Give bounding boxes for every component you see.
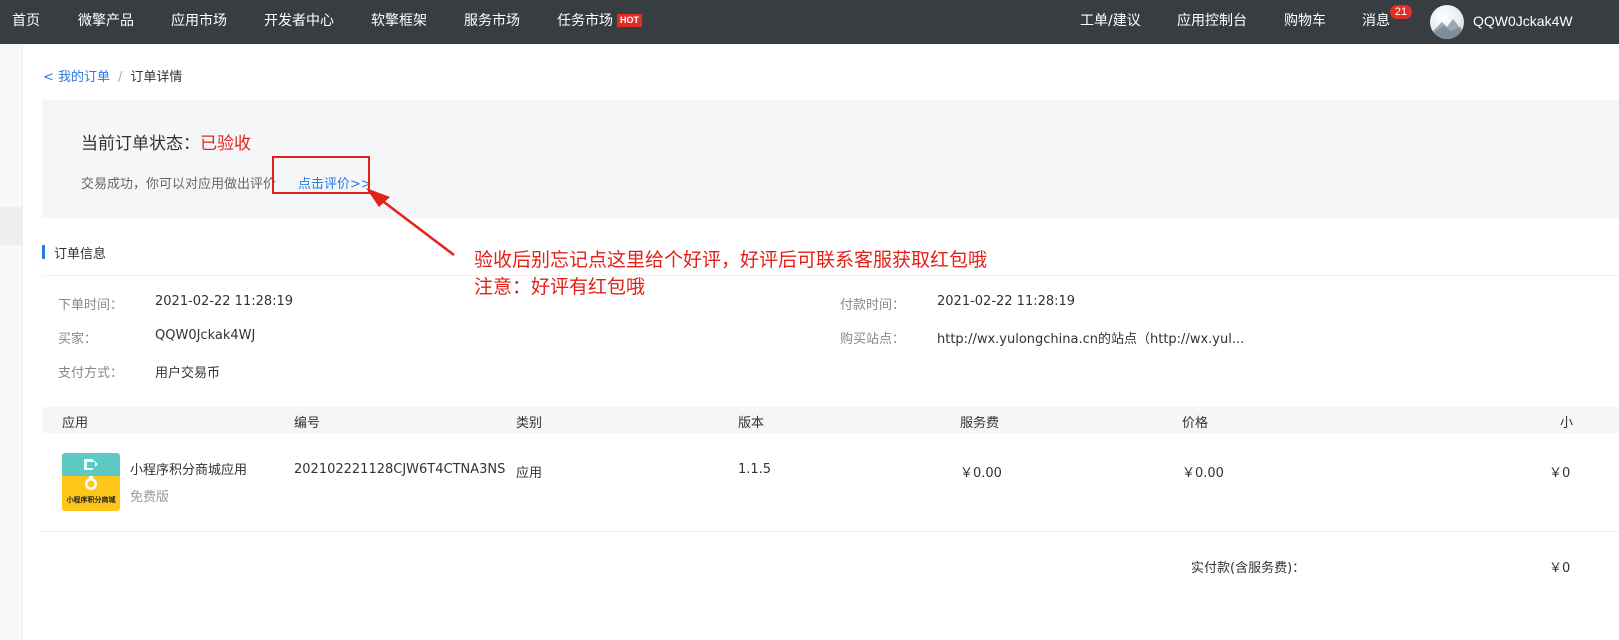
breadcrumb-my-orders-link[interactable]: < 我的订单 [43,70,110,85]
left-sidebar [0,44,23,640]
order-info-title: 订单信息 [54,247,107,262]
buyer-label: 买家： [58,332,98,347]
section-divider [42,275,1619,276]
app-icon-text: 小程序积分商城 [66,496,116,504]
app-version: 1.1.5 [738,462,772,477]
avatar[interactable] [1430,5,1464,39]
service-fee: ￥0.00 [960,466,1002,481]
annotation-highlight-box [272,156,370,194]
left-sidebar-selected-item[interactable] [0,207,22,245]
order-number: 202102221128CJW6T4CTNA3NS [294,462,506,477]
order-time-value: 2021-02-22 11:28:19 [155,294,294,309]
order-status-value: 已验收 [200,134,251,154]
order-time-label: 下单时间： [58,298,124,313]
row-subtotal: ￥0 [1549,466,1571,481]
nav-products[interactable]: 微擎产品 [78,0,134,44]
total-paid-value: ￥0 [1549,561,1571,576]
top-navigation-bar: 首页 微擎产品 应用市场 开发者中心 软擎框架 服务市场 任务市场 HOT 工单/… [0,0,1619,44]
breadcrumb: < 我的订单 / 订单详情 [43,66,182,85]
table-header [42,407,1619,433]
app-category: 应用 [516,466,543,481]
nav-service-market[interactable]: 服务市场 [464,0,520,44]
nav-home[interactable]: 首页 [12,0,40,44]
app-price: ￥0.00 [1182,466,1224,481]
order-status-hint: 交易成功，你可以对应用做出评价 [81,177,277,192]
payment-method-label: 支付方式： [58,366,124,381]
column-header-category: 类别 [516,416,543,431]
payment-method-value: 用户交易币 [155,366,221,381]
message-count-badge: 21 [1390,5,1412,19]
nav-framework[interactable]: 软擎框架 [371,0,427,44]
hot-badge: HOT [617,14,642,27]
breadcrumb-current: 订单详情 [130,70,183,85]
table-row-divider [42,531,1619,532]
annotation-note: 验收后别忘记点这里给个好评，好评后可联系客服获取红包哦 注意：好评有红包哦 [474,247,987,301]
app-name[interactable]: 小程序积分商城应用 [130,459,247,478]
nav-dev-center[interactable]: 开发者中心 [264,0,334,44]
username[interactable]: QQW0Jckak4W [1473,0,1573,42]
nav-cart[interactable]: 购物车 [1284,0,1326,44]
app-icon[interactable]: 小程序积分商城 [62,453,120,511]
nav-messages[interactable]: 消息 [1362,0,1390,44]
column-header-version: 版本 [738,416,765,431]
annotation-line-2: 注意：好评有红包哦 [474,276,646,298]
order-status: 当前订单状态：已验收 [81,129,251,154]
nav-app-market[interactable]: 应用市场 [171,0,227,44]
annotation-arrow-icon [366,188,455,256]
buyer-value: QQW0Jckak4WJ [155,328,256,343]
breadcrumb-separator: / [118,70,123,85]
order-status-label: 当前订单状态： [81,134,200,154]
site-label: 购买站点： [840,332,906,347]
site-value: http://wx.yulongchina.cn的站点（http://wx.yu… [937,332,1245,347]
column-header-price: 价格 [1182,416,1209,431]
app-edition: 免费版 [130,490,170,505]
column-header-app: 应用 [62,416,89,431]
nav-console[interactable]: 应用控制台 [1177,0,1247,44]
nav-ticket[interactable]: 工单/建议 [1080,0,1141,44]
annotation-line-1: 验收后别忘记点这里给个好评，好评后可联系客服获取红包哦 [474,249,988,271]
column-header-number: 编号 [294,416,321,431]
nav-task-market-label: 任务市场 [557,13,613,29]
total-paid-label: 实付款(含服务费)： [1191,561,1306,576]
avatar-landscape-icon [1433,19,1461,39]
nav-task-market[interactable]: 任务市场 HOT [557,0,642,44]
column-header-subtotal: 小 [1560,416,1574,431]
pay-time-label: 付款时间： [840,298,906,313]
section-accent-bar [42,245,45,259]
column-header-service-fee: 服务费 [960,416,1000,431]
pay-time-value: 2021-02-22 11:28:19 [937,294,1076,309]
